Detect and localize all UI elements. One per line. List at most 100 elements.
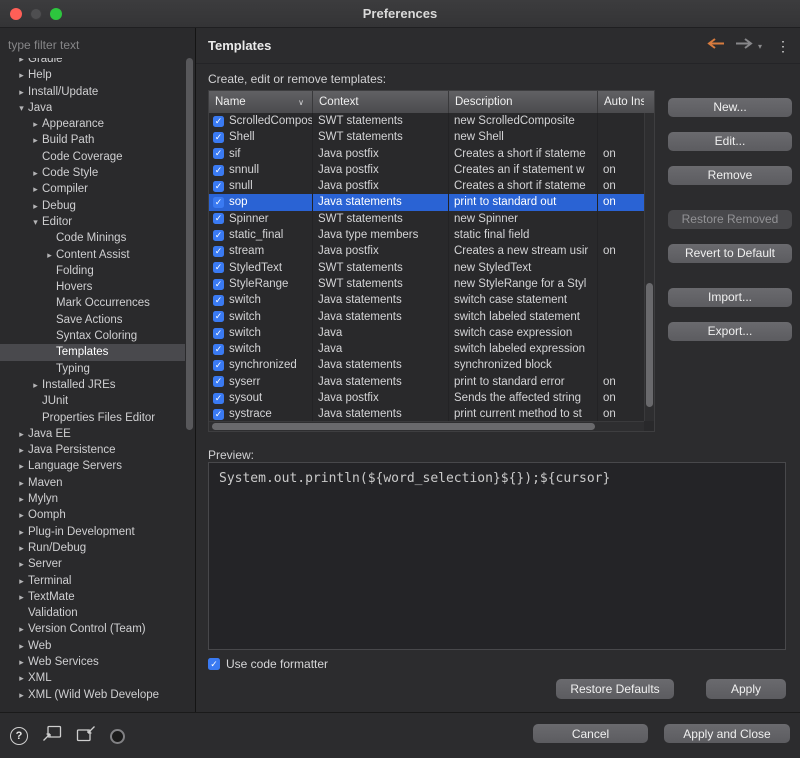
table-horizontal-scrollbar[interactable]	[209, 421, 644, 431]
sidebar-item-typing[interactable]: Typing	[0, 361, 185, 377]
minimize-window-button[interactable]	[30, 8, 42, 20]
chevron-right-icon[interactable]: ▸	[15, 687, 28, 703]
template-enabled-checkbox[interactable]: ✓	[213, 360, 224, 372]
export-preferences-icon[interactable]	[76, 725, 96, 747]
chevron-right-icon[interactable]: ▸	[15, 524, 28, 540]
template-enabled-checkbox[interactable]: ✓	[213, 246, 224, 258]
close-window-button[interactable]	[10, 8, 22, 20]
chevron-right-icon[interactable]: ▸	[15, 426, 28, 442]
sidebar-item-web-services[interactable]: ▸ Web Services	[0, 654, 185, 670]
chevron-right-icon[interactable]: ▸	[15, 58, 28, 67]
apply-and-close-button[interactable]: Apply and Close	[664, 724, 790, 743]
export-button[interactable]: Export...	[668, 322, 792, 341]
sidebar-item-plug-in-development[interactable]: ▸ Plug-in Development	[0, 524, 185, 540]
forward-icon[interactable]	[734, 37, 754, 55]
sidebar-item-code-style[interactable]: ▸ Code Style	[0, 165, 185, 181]
column-header-context[interactable]: Context	[313, 91, 449, 113]
sidebar-item-folding[interactable]: Folding	[0, 263, 185, 279]
table-row[interactable]: ✓ synchronized Java statements synchronized…	[209, 357, 644, 374]
chevron-right-icon[interactable]: ▸	[15, 442, 28, 458]
sidebar-item-templates[interactable]: Templates	[0, 344, 185, 361]
sidebar-item-maven[interactable]: ▸ Maven	[0, 475, 185, 491]
sidebar-item-mylyn[interactable]: ▸ Mylyn	[0, 491, 185, 507]
sidebar-item-validation[interactable]: Validation	[0, 605, 185, 621]
chevron-right-icon[interactable]: ▸	[15, 458, 28, 474]
sidebar-item-code-minings[interactable]: Code Minings	[0, 230, 185, 246]
import-preferences-icon[interactable]	[42, 725, 62, 747]
chevron-right-icon[interactable]: ▸	[15, 475, 28, 491]
table-vertical-scrollbar[interactable]	[644, 113, 654, 421]
table-row[interactable]: ✓ static_final Java type members static fin…	[209, 227, 644, 244]
sidebar-item-web[interactable]: ▸ Web	[0, 638, 185, 654]
sidebar-item-oomph[interactable]: ▸ Oomph	[0, 507, 185, 523]
table-row[interactable]: ✓ sop Java statements print to standard out…	[209, 194, 644, 211]
sidebar-item-compiler[interactable]: ▸ Compiler	[0, 181, 185, 197]
template-enabled-checkbox[interactable]: ✓	[213, 392, 224, 404]
remove-button[interactable]: Remove	[668, 166, 792, 185]
cancel-button[interactable]: Cancel	[533, 724, 648, 743]
table-row[interactable]: ✓ systrace Java statements print current me…	[209, 406, 644, 421]
revert-to-default-button[interactable]: Revert to Default	[668, 244, 792, 263]
sidebar-item-java-persistence[interactable]: ▸ Java Persistence	[0, 442, 185, 458]
chevron-right-icon[interactable]: ▸	[15, 507, 28, 523]
chevron-down-icon[interactable]: ▾	[29, 214, 42, 230]
chevron-right-icon[interactable]: ▸	[29, 181, 42, 197]
chevron-down-icon[interactable]: ▾	[15, 100, 28, 116]
sidebar-item-server[interactable]: ▸ Server	[0, 556, 185, 572]
chevron-right-icon[interactable]: ▸	[15, 670, 28, 686]
template-enabled-checkbox[interactable]: ✓	[213, 131, 224, 143]
preview-box[interactable]: System.out.println(${word_selection}${})…	[208, 462, 786, 650]
chevron-right-icon[interactable]: ▸	[15, 491, 28, 507]
apply-button[interactable]: Apply	[706, 679, 786, 699]
chevron-right-icon[interactable]: ▸	[29, 198, 42, 214]
column-header-name[interactable]: Name ∨	[209, 91, 313, 113]
forward-dropdown-icon[interactable]: ▾	[758, 42, 762, 51]
restore-defaults-button[interactable]: Restore Defaults	[556, 679, 674, 699]
sidebar-item-save-actions[interactable]: Save Actions	[0, 312, 185, 328]
chevron-right-icon[interactable]: ▸	[15, 67, 28, 83]
chevron-right-icon[interactable]: ▸	[15, 556, 28, 572]
template-enabled-checkbox[interactable]: ✓	[213, 148, 224, 160]
template-enabled-checkbox[interactable]: ✓	[213, 164, 224, 176]
template-enabled-checkbox[interactable]: ✓	[213, 262, 224, 274]
table-row[interactable]: ✓ Spinner SWT statements new Spinner	[209, 210, 644, 228]
table-row[interactable]: ✓ StyledText SWT statements new StyledText	[209, 259, 644, 276]
chevron-right-icon[interactable]: ▸	[15, 573, 28, 589]
sidebar-item-debug[interactable]: ▸ Debug	[0, 198, 185, 214]
sidebar-item-syntax-coloring[interactable]: Syntax Coloring	[0, 328, 185, 344]
sidebar-item-code-coverage[interactable]: Code Coverage	[0, 149, 185, 165]
restore-removed-button[interactable]: Restore Removed	[668, 210, 792, 229]
sidebar-item-properties-files-editor[interactable]: Properties Files Editor	[0, 410, 185, 426]
table-row[interactable]: ✓ snnull Java postfix Creates an if stateme…	[209, 161, 644, 179]
view-menu-icon[interactable]: ⋮	[776, 39, 790, 53]
chevron-right-icon[interactable]: ▸	[29, 132, 42, 148]
edit-button[interactable]: Edit...	[668, 132, 792, 151]
chevron-right-icon[interactable]: ▸	[15, 621, 28, 637]
table-row[interactable]: ✓ sysout Java postfix Sends the affected st…	[209, 390, 644, 407]
zoom-window-button[interactable]	[50, 8, 62, 20]
sidebar-item-language-servers[interactable]: ▸ Language Servers	[0, 458, 185, 474]
template-enabled-checkbox[interactable]: ✓	[213, 408, 224, 420]
chevron-right-icon[interactable]: ▸	[15, 84, 28, 100]
chevron-right-icon[interactable]: ▸	[15, 589, 28, 605]
table-row[interactable]: ✓ switch Java statements switch case statem…	[209, 292, 644, 309]
template-enabled-checkbox[interactable]: ✓	[213, 115, 224, 127]
sidebar-item-java-ee[interactable]: ▸ Java EE	[0, 426, 185, 442]
template-enabled-checkbox[interactable]: ✓	[213, 229, 224, 241]
table-row[interactable]: ✓ stream Java postfix Creates a new stream …	[209, 243, 644, 260]
sidebar-item-version-control-team[interactable]: ▸ Version Control (Team)	[0, 621, 185, 637]
use-code-formatter[interactable]: ✓ Use code formatter	[208, 657, 328, 671]
sidebar-item-xml-wild-web-develope[interactable]: ▸ XML (Wild Web Develope	[0, 687, 185, 703]
sidebar-item-junit[interactable]: JUnit	[0, 393, 185, 409]
table-vertical-scrollbar-thumb[interactable]	[646, 283, 653, 407]
sidebar-item-run-debug[interactable]: ▸ Run/Debug	[0, 540, 185, 556]
table-row[interactable]: ✓ snull Java postfix Creates a short if sta…	[209, 178, 644, 195]
table-row[interactable]: ✓ StyleRange SWT statements new StyleRange …	[209, 275, 644, 293]
template-enabled-checkbox[interactable]: ✓	[213, 376, 224, 388]
help-icon[interactable]: ?	[10, 727, 28, 745]
sidebar-item-help[interactable]: ▸ Help	[0, 67, 185, 83]
chevron-right-icon[interactable]: ▸	[29, 377, 42, 393]
back-icon[interactable]	[706, 37, 726, 55]
import-button[interactable]: Import...	[668, 288, 792, 307]
sidebar-item-editor[interactable]: ▾ Editor	[0, 214, 185, 230]
